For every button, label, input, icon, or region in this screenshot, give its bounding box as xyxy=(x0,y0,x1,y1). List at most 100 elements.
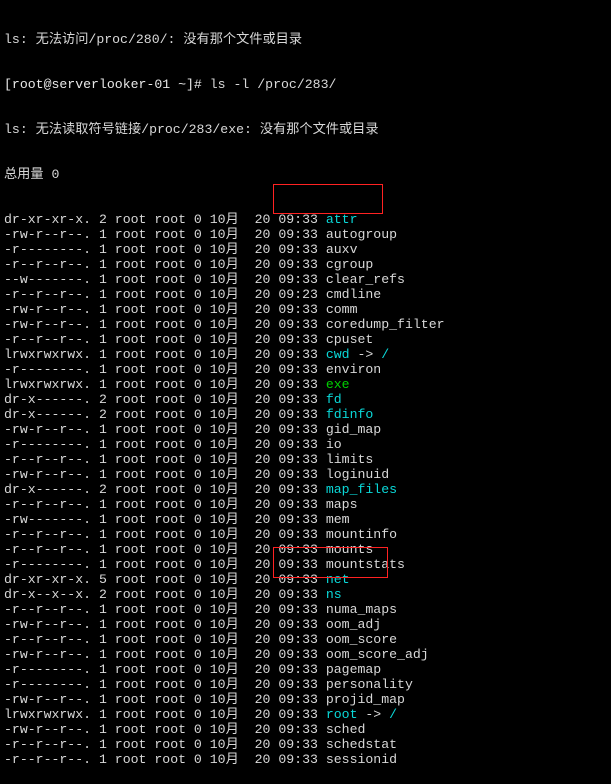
list-item: -r--------. 1 root root 0 10月 20 09:33 m… xyxy=(4,557,607,572)
list-item: -rw-r--r--. 1 root root 0 10月 20 09:33 l… xyxy=(4,467,607,482)
file-meta: -r--r--r--. 1 root root 0 10月 20 09:33 xyxy=(4,452,326,467)
file-name: ns xyxy=(326,587,342,602)
prompt: [root@serverlooker-01 ~]# xyxy=(4,77,202,92)
total-line: 总用量 0 xyxy=(4,167,607,182)
file-meta: -r--r--r--. 1 root root 0 10月 20 09:33 xyxy=(4,497,326,512)
file-name: oom_score_adj xyxy=(326,647,429,662)
file-name: mountstats xyxy=(326,557,405,572)
list-item: -r--r--r--. 1 root root 0 10月 20 09:33 s… xyxy=(4,737,607,752)
list-item: lrwxrwxrwx. 1 root root 0 10月 20 09:33 e… xyxy=(4,377,607,392)
symlink-arrow: -> xyxy=(350,347,382,362)
file-meta: -r--r--r--. 1 root root 0 10月 20 09:33 xyxy=(4,257,326,272)
file-name: fdinfo xyxy=(326,407,373,422)
list-item: -r--------. 1 root root 0 10月 20 09:33 p… xyxy=(4,677,607,692)
file-name: attr xyxy=(326,212,358,227)
file-meta: -rw-r--r--. 1 root root 0 10月 20 09:33 xyxy=(4,227,326,242)
list-item: -r--------. 1 root root 0 10月 20 09:33 a… xyxy=(4,242,607,257)
list-item: dr-x--x--x. 2 root root 0 10月 20 09:33 n… xyxy=(4,587,607,602)
file-meta: -r--------. 1 root root 0 10月 20 09:33 xyxy=(4,362,326,377)
file-meta: lrwxrwxrwx. 1 root root 0 10月 20 09:33 xyxy=(4,377,326,392)
file-meta: -r--r--r--. 1 root root 0 10月 20 09:33 xyxy=(4,542,326,557)
list-item: -rw-r--r--. 1 root root 0 10月 20 09:33 g… xyxy=(4,422,607,437)
file-meta: -rw-r--r--. 1 root root 0 10月 20 09:33 xyxy=(4,302,326,317)
file-name: cwd xyxy=(326,347,350,362)
list-item: -r--------. 1 root root 0 10月 20 09:33 e… xyxy=(4,362,607,377)
list-item: dr-x------. 2 root root 0 10月 20 09:33 f… xyxy=(4,407,607,422)
file-name: personality xyxy=(326,677,413,692)
file-listing: dr-xr-xr-x. 2 root root 0 10月 20 09:33 a… xyxy=(4,212,607,767)
list-item: -rw-r--r--. 1 root root 0 10月 20 09:33 o… xyxy=(4,617,607,632)
file-meta: -rw-r--r--. 1 root root 0 10月 20 09:33 xyxy=(4,317,326,332)
file-name: cgroup xyxy=(326,257,373,272)
file-name: projid_map xyxy=(326,692,405,707)
file-name: exe xyxy=(326,377,350,392)
list-item: -r--r--r--. 1 root root 0 10月 20 09:33 c… xyxy=(4,332,607,347)
list-item: --w-------. 1 root root 0 10月 20 09:33 c… xyxy=(4,272,607,287)
file-meta: -rw-r--r--. 1 root root 0 10月 20 09:33 xyxy=(4,647,326,662)
file-name: sessionid xyxy=(326,752,397,767)
file-meta: -r--r--r--. 1 root root 0 10月 20 09:23 xyxy=(4,287,326,302)
error-line-2: ls: 无法读取符号链接/proc/283/exe: 没有那个文件或目录 xyxy=(4,122,607,137)
file-name: limits xyxy=(326,452,373,467)
list-item: -rw-r--r--. 1 root root 0 10月 20 09:33 o… xyxy=(4,647,607,662)
list-item: lrwxrwxrwx. 1 root root 0 10月 20 09:33 c… xyxy=(4,347,607,362)
file-meta: dr-x--x--x. 2 root root 0 10月 20 09:33 xyxy=(4,587,326,602)
list-item: -r--------. 1 root root 0 10月 20 09:33 i… xyxy=(4,437,607,452)
file-name: io xyxy=(326,437,342,452)
file-meta: -r--------. 1 root root 0 10月 20 09:33 xyxy=(4,662,326,677)
file-name: net xyxy=(326,572,350,587)
file-name: sched xyxy=(326,722,366,737)
file-meta: -r--------. 1 root root 0 10月 20 09:33 xyxy=(4,677,326,692)
file-meta: lrwxrwxrwx. 1 root root 0 10月 20 09:33 xyxy=(4,347,326,362)
file-meta: -r--r--r--. 1 root root 0 10月 20 09:33 xyxy=(4,752,326,767)
list-item: dr-xr-xr-x. 2 root root 0 10月 20 09:33 a… xyxy=(4,212,607,227)
list-item: lrwxrwxrwx. 1 root root 0 10月 20 09:33 r… xyxy=(4,707,607,722)
list-item: dr-x------. 2 root root 0 10月 20 09:33 f… xyxy=(4,392,607,407)
file-name: map_files xyxy=(326,482,397,497)
symlink-arrow: -> xyxy=(357,707,389,722)
list-item: -rw-r--r--. 1 root root 0 10月 20 09:33 c… xyxy=(4,302,607,317)
file-name: oom_score xyxy=(326,632,397,647)
file-meta: -r--------. 1 root root 0 10月 20 09:33 xyxy=(4,437,326,452)
file-meta: -rw-r--r--. 1 root root 0 10月 20 09:33 xyxy=(4,467,326,482)
symlink-target: / xyxy=(381,347,389,362)
file-meta: --w-------. 1 root root 0 10月 20 09:33 xyxy=(4,272,326,287)
file-meta: -rw-r--r--. 1 root root 0 10月 20 09:33 xyxy=(4,722,326,737)
list-item: -r--r--r--. 1 root root 0 10月 20 09:23 c… xyxy=(4,287,607,302)
file-meta: dr-x------. 2 root root 0 10月 20 09:33 xyxy=(4,482,326,497)
file-meta: -rw-r--r--. 1 root root 0 10月 20 09:33 xyxy=(4,617,326,632)
list-item: -r--r--r--. 1 root root 0 10月 20 09:33 m… xyxy=(4,527,607,542)
list-item: -rw-r--r--. 1 root root 0 10月 20 09:33 c… xyxy=(4,317,607,332)
file-name: schedstat xyxy=(326,737,397,752)
file-name: comm xyxy=(326,302,358,317)
file-name: oom_adj xyxy=(326,617,381,632)
file-meta: dr-xr-xr-x. 2 root root 0 10月 20 09:33 xyxy=(4,212,326,227)
file-meta: -r--r--r--. 1 root root 0 10月 20 09:33 xyxy=(4,632,326,647)
terminal[interactable]: ls: 无法访问/proc/280/: 没有那个文件或目录 [root@serv… xyxy=(0,0,611,784)
file-meta: -rw-r--r--. 1 root root 0 10月 20 09:33 xyxy=(4,692,326,707)
file-name: gid_map xyxy=(326,422,381,437)
file-name: mountinfo xyxy=(326,527,397,542)
file-name: maps xyxy=(326,497,358,512)
file-name: mem xyxy=(326,512,350,527)
file-name: cmdline xyxy=(326,287,381,302)
file-meta: -r--r--r--. 1 root root 0 10月 20 09:33 xyxy=(4,332,326,347)
list-item: -r--r--r--. 1 root root 0 10月 20 09:33 c… xyxy=(4,257,607,272)
list-item: -r--r--r--. 1 root root 0 10月 20 09:33 m… xyxy=(4,542,607,557)
list-item: -rw-r--r--. 1 root root 0 10月 20 09:33 a… xyxy=(4,227,607,242)
list-item: -r--r--r--. 1 root root 0 10月 20 09:33 o… xyxy=(4,632,607,647)
list-item: -rw-------. 1 root root 0 10月 20 09:33 m… xyxy=(4,512,607,527)
file-name: environ xyxy=(326,362,381,377)
list-item: dr-xr-xr-x. 5 root root 0 10月 20 09:33 n… xyxy=(4,572,607,587)
list-item: -rw-r--r--. 1 root root 0 10月 20 09:33 p… xyxy=(4,692,607,707)
file-name: fd xyxy=(326,392,342,407)
file-name: clear_refs xyxy=(326,272,405,287)
file-meta: -r--------. 1 root root 0 10月 20 09:33 xyxy=(4,242,326,257)
file-name: cpuset xyxy=(326,332,373,347)
list-item: -r--r--r--. 1 root root 0 10月 20 09:33 l… xyxy=(4,452,607,467)
file-meta: -rw-r--r--. 1 root root 0 10月 20 09:33 xyxy=(4,422,326,437)
command: ls -l /proc/283/ xyxy=(202,77,337,92)
symlink-target: / xyxy=(389,707,397,722)
file-meta: lrwxrwxrwx. 1 root root 0 10月 20 09:33 xyxy=(4,707,326,722)
file-meta: -r--r--r--. 1 root root 0 10月 20 09:33 xyxy=(4,737,326,752)
